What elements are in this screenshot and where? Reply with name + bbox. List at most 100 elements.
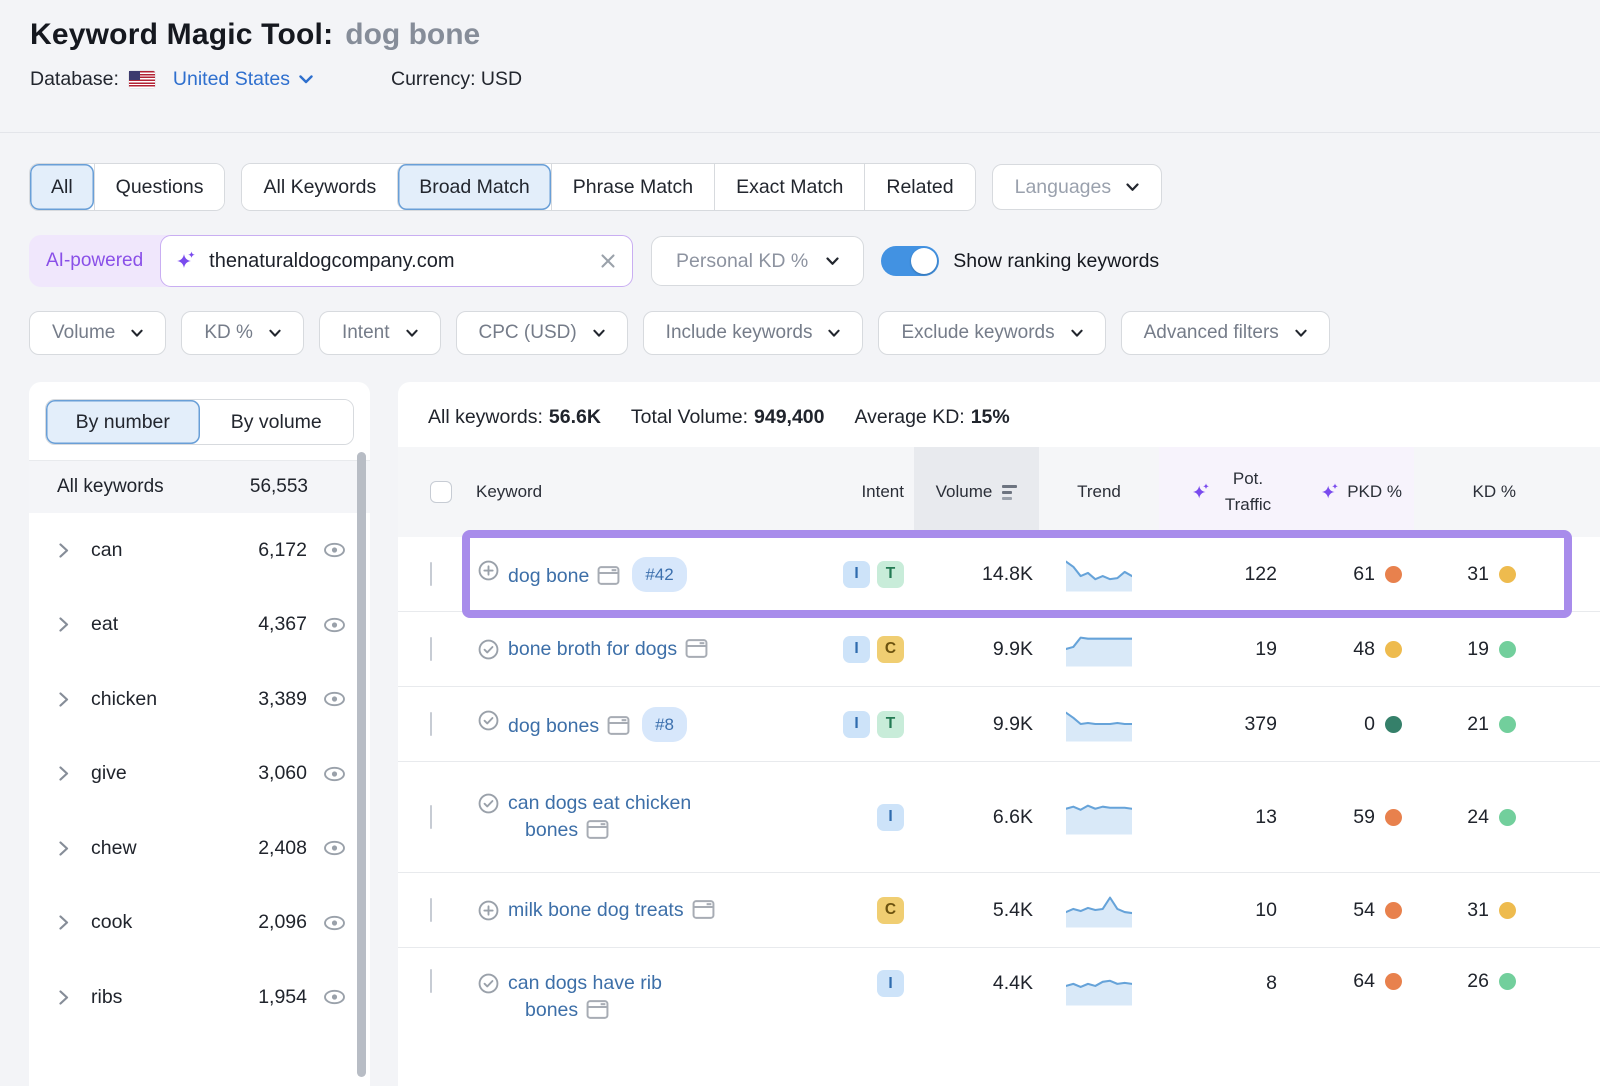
personal-kd-dropdown[interactable]: Personal KD % — [651, 236, 864, 286]
eye-icon[interactable] — [321, 985, 348, 1009]
added-keyword-icon[interactable] — [476, 791, 501, 816]
sparkle-icon — [175, 250, 197, 272]
tab-all[interactable]: All — [30, 164, 94, 210]
tab-all-keywords[interactable]: All Keywords — [242, 164, 397, 210]
chevron-right-icon — [59, 915, 69, 930]
filter-advanced[interactable]: Advanced filters — [1121, 311, 1330, 355]
sidebar-group-eat[interactable]: eat 4,367 — [29, 588, 370, 663]
added-keyword-icon[interactable] — [476, 971, 501, 996]
trend-sparkline — [1039, 706, 1159, 742]
serp-icon[interactable] — [586, 819, 609, 840]
col-keyword[interactable]: Keyword — [476, 482, 812, 502]
col-kd[interactable]: KD % — [1414, 482, 1520, 502]
show-ranking-keywords-toggle[interactable] — [881, 246, 939, 276]
added-keyword-icon[interactable] — [476, 708, 501, 733]
kd-value: 24 — [1467, 806, 1489, 829]
sort-by-volume-button[interactable]: By volume — [200, 400, 354, 444]
eye-icon[interactable] — [321, 687, 348, 711]
eye-icon[interactable] — [321, 911, 348, 935]
sidebar-group-chew[interactable]: chew 2,408 — [29, 811, 370, 886]
volume-value: 9.9K — [914, 638, 1039, 661]
filter-kd[interactable]: KD % — [181, 311, 304, 355]
serp-icon[interactable] — [692, 899, 715, 920]
sidebar-group-chicken[interactable]: chicken 3,389 — [29, 662, 370, 737]
serp-icon[interactable] — [685, 638, 708, 659]
kd-value: 31 — [1467, 563, 1489, 586]
col-volume[interactable]: Volume — [914, 447, 1039, 537]
sidebar-all-keywords[interactable]: All keywords 56,553 — [29, 460, 370, 513]
keyword-link[interactable]: can dogs have ribbones — [508, 970, 662, 1024]
serp-icon[interactable] — [586, 999, 609, 1020]
eye-icon[interactable] — [321, 613, 348, 637]
eye-icon[interactable] — [321, 538, 348, 562]
add-keyword-icon[interactable] — [476, 898, 501, 923]
kd-score-dot — [1499, 641, 1516, 658]
table-row[interactable]: can dogs have ribbones I 4.4K 8 64 26 — [398, 948, 1600, 1086]
languages-dropdown[interactable]: Languages — [992, 164, 1163, 210]
kd-score-dot — [1499, 809, 1516, 826]
serp-icon[interactable] — [607, 715, 630, 736]
keyword-link[interactable]: dog bone#42 — [508, 557, 687, 592]
table-row[interactable]: dog bone#42 IT 14.8K 122 61 31 — [398, 537, 1600, 612]
serp-icon[interactable] — [597, 565, 620, 586]
filter-exclude-keywords[interactable]: Exclude keywords — [878, 311, 1105, 355]
eye-icon[interactable] — [321, 762, 348, 786]
search-input[interactable]: thenaturaldogcompany.com — [160, 235, 633, 287]
keyword-link[interactable]: can dogs eat chickenbones — [508, 790, 691, 844]
select-all-checkbox[interactable] — [430, 481, 452, 503]
sidebar-group-give[interactable]: give 3,060 — [29, 737, 370, 812]
sparkle-icon — [1191, 482, 1211, 502]
keyword-link[interactable]: milk bone dog treats — [508, 897, 715, 924]
currency-label: Currency: USD — [391, 68, 522, 91]
eye-icon[interactable] — [321, 836, 348, 860]
clear-search-icon[interactable] — [600, 253, 616, 269]
tab-phrase-match[interactable]: Phrase Match — [551, 164, 714, 210]
table-row[interactable]: milk bone dog treats C 5.4K 10 54 31 — [398, 873, 1600, 948]
intent-badge-transactional: T — [877, 711, 904, 738]
chevron-down-icon — [826, 257, 839, 266]
filter-include-keywords[interactable]: Include keywords — [643, 311, 864, 355]
filter-cpc[interactable]: CPC (USD) — [456, 311, 628, 355]
sort-by-number-button[interactable]: By number — [46, 400, 200, 444]
col-pkd[interactable]: PKD % — [1289, 447, 1414, 537]
table-row[interactable]: can dogs eat chickenbones I 6.6K 13 59 2… — [398, 762, 1600, 873]
row-checkbox[interactable] — [430, 969, 432, 993]
row-checkbox[interactable] — [430, 637, 432, 661]
intent-badge-transactional: T — [877, 561, 904, 588]
keyword-link[interactable]: bone broth for dogs — [508, 636, 708, 663]
personal-kd-label: Personal KD % — [676, 250, 808, 273]
sidebar-group-can[interactable]: can 6,172 — [29, 513, 370, 588]
row-checkbox[interactable] — [430, 805, 432, 829]
tab-exact-match[interactable]: Exact Match — [714, 164, 864, 210]
table-row[interactable]: dog bones#8 IT 9.9K 379 0 21 — [398, 687, 1600, 762]
intent-badge-commercial: C — [877, 636, 904, 663]
row-checkbox[interactable] — [430, 562, 432, 586]
sidebar-group-ribs[interactable]: ribs 1,954 — [29, 960, 370, 1035]
sidebar-group-cook[interactable]: cook 2,096 — [29, 886, 370, 961]
all-keywords-total: 56.6K — [549, 406, 601, 428]
sidebar-scrollbar[interactable] — [357, 452, 366, 1077]
col-intent[interactable]: Intent — [812, 482, 914, 502]
add-keyword-icon[interactable] — [476, 558, 501, 583]
tab-questions[interactable]: Questions — [94, 164, 225, 210]
kd-value: 21 — [1467, 713, 1489, 736]
volume-value: 14.8K — [914, 563, 1039, 586]
tab-broad-match[interactable]: Broad Match — [397, 164, 551, 210]
filter-intent[interactable]: Intent — [319, 311, 441, 355]
volume-value: 5.4K — [914, 899, 1039, 922]
ai-powered-badge: AI-powered — [29, 250, 160, 272]
pkd-value: 54 — [1353, 899, 1375, 922]
database-selector[interactable]: United States — [129, 68, 313, 91]
tab-related[interactable]: Related — [864, 164, 974, 210]
col-trend[interactable]: Trend — [1039, 482, 1159, 502]
intent-badge-commercial: C — [877, 897, 904, 924]
table-row[interactable]: bone broth for dogs IC 9.9K 19 48 19 — [398, 612, 1600, 687]
average-kd: 15% — [971, 406, 1010, 428]
chevron-down-icon — [406, 329, 418, 338]
row-checkbox[interactable] — [430, 712, 432, 736]
keyword-link[interactable]: dog bones#8 — [508, 707, 687, 742]
filter-volume[interactable]: Volume — [29, 311, 166, 355]
added-keyword-icon[interactable] — [476, 637, 501, 662]
col-pot-traffic[interactable]: Pot. Traffic — [1159, 447, 1289, 537]
row-checkbox[interactable] — [430, 898, 432, 922]
